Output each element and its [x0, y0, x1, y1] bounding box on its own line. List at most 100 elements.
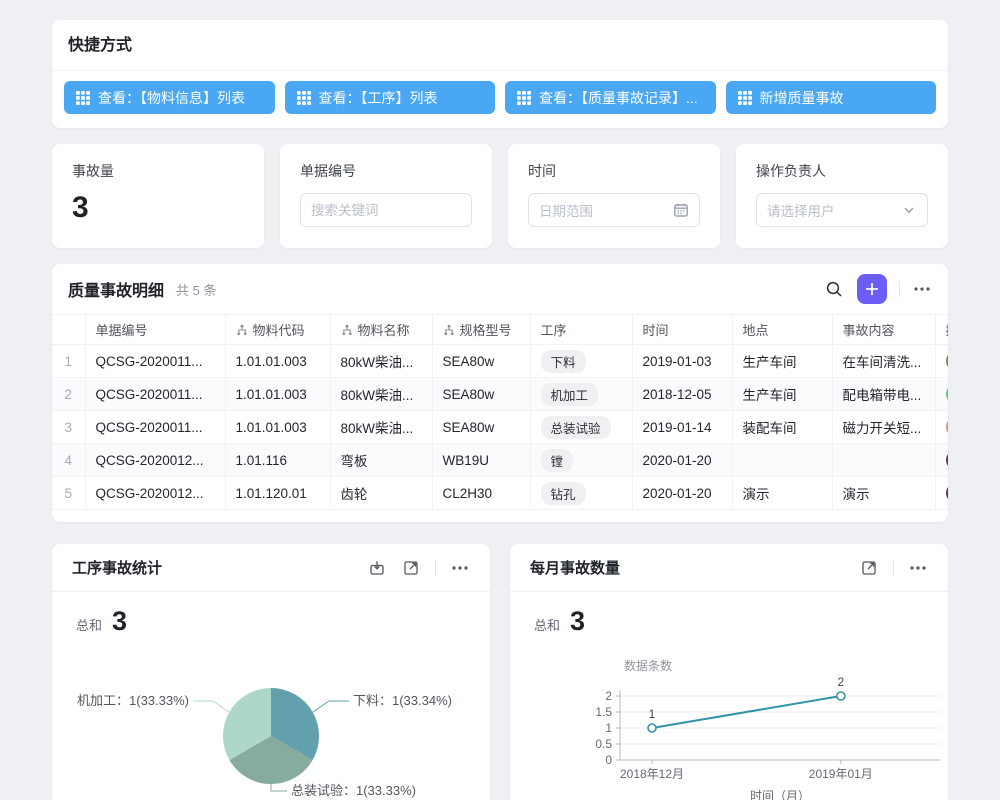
y-tick-label: 2 [605, 689, 612, 703]
callout-leader-line [271, 784, 287, 791]
button-label: 新增质量事故 [760, 88, 844, 108]
user-select-placeholder: 请选择用户 [767, 200, 835, 220]
table-card-header: 质量事故明细 共 5 条 [52, 264, 948, 314]
column-header[interactable]: 时间 [632, 315, 732, 345]
process-pie-chart: 下料：1(33.34%)总装试验：1(33.33%)机加工：1(33.33%) [76, 630, 466, 800]
search-button[interactable] [823, 278, 845, 300]
grid-icon [738, 91, 752, 105]
column-header[interactable]: 规格型号 [432, 315, 530, 345]
column-header[interactable]: 操作负责人 [935, 315, 948, 345]
field-label: 单据编号 [300, 161, 472, 181]
table-row[interactable]: 4QCSG-2020012...1.01.116弯板WB19U镗2020-01-… [52, 444, 948, 477]
avatar [946, 417, 949, 437]
open-in-new-button[interactable] [401, 558, 421, 578]
table-cell: 1.01.120.01 [225, 477, 330, 510]
table-cell: SEA80w [432, 345, 530, 378]
table-scroll-area[interactable]: 单据编号物料代码物料名称规格型号工序时间地点事故内容操作负责人1QCSG-202… [52, 314, 948, 522]
table-cell: 80kW柴油... [330, 345, 432, 378]
process-tag: 总装试验 [541, 416, 611, 439]
view-material-list-button[interactable]: 查看：【物料信息】列表 [64, 81, 275, 114]
chart-card-header: 工序事故统计 [52, 544, 490, 592]
hierarchy-icon [236, 324, 248, 336]
y-tick-label: 0 [605, 753, 612, 767]
data-point-marker[interactable] [648, 724, 656, 732]
column-header[interactable]: 单据编号 [85, 315, 225, 345]
add-quality-accident-button[interactable]: 新增质量事故 [726, 81, 937, 114]
table-cell: 2019-01-03 [632, 345, 732, 378]
shortcuts-button-row: 查看：【物料信息】列表 查看：【工序】列表 查看：【质量事故记录】... 新增质… [52, 71, 948, 124]
view-quality-records-button[interactable]: 查看：【质量事故记录】... [505, 81, 716, 114]
summary-row: 总和 3 [534, 606, 924, 640]
open-in-new-icon [403, 560, 419, 576]
table-cell: 2020-01-20 [632, 477, 732, 510]
pie-chart-body: 总和 3 下料：1(33.34%)总装试验：1(33.33%)机加工：1(33.… [52, 606, 490, 800]
table-cell: 2019-01-14 [632, 411, 732, 444]
download-button[interactable] [367, 558, 387, 578]
table-cell [935, 477, 948, 510]
table-row[interactable]: 1QCSG-2020011...1.01.01.00380kW柴油...SEA8… [52, 345, 948, 378]
column-header[interactable]: 物料代码 [225, 315, 330, 345]
accident-table: 单据编号物料代码物料名称规格型号工序时间地点事故内容操作负责人1QCSG-202… [52, 314, 948, 510]
y-axis-name: 数据条数 [624, 658, 672, 673]
table-cell: 1.01.01.003 [225, 411, 330, 444]
process-tag: 镗 [541, 449, 574, 472]
column-header[interactable]: 地点 [732, 315, 832, 345]
data-point-label: 1 [649, 707, 656, 721]
grid-icon [517, 91, 531, 105]
total-value: 3 [112, 606, 127, 637]
calendar-icon [673, 202, 689, 218]
user-select[interactable]: 请选择用户 [756, 193, 928, 227]
more-menu-button[interactable] [908, 564, 928, 572]
column-header[interactable] [52, 315, 85, 345]
table-cell: 生产车间 [732, 378, 832, 411]
column-header[interactable]: 物料名称 [330, 315, 432, 345]
table-row[interactable]: 3QCSG-2020011...1.01.01.00380kW柴油...SEA8… [52, 411, 948, 444]
table-cell [935, 411, 948, 444]
table-cell: QCSG-2020011... [85, 345, 225, 378]
doc-no-search-input[interactable] [300, 193, 472, 227]
table-row[interactable]: 2QCSG-2020011...1.01.01.00380kW柴油...SEA8… [52, 378, 948, 411]
add-record-button[interactable] [857, 274, 887, 304]
date-range-input[interactable]: 日期范围 [528, 193, 700, 227]
open-in-new-icon [861, 560, 877, 576]
table-cell: QCSG-2020011... [85, 378, 225, 411]
more-menu-button[interactable] [450, 564, 470, 572]
data-point-label: 2 [837, 675, 844, 689]
table-toolbar [823, 274, 932, 304]
filter-row: 事故量 3 单据编号 时间 日期范围 操作负责人 请选择用户 [52, 144, 948, 248]
pie-callout-label: 下料：1(33.34%) [353, 693, 452, 708]
accident-table-card: 质量事故明细 共 5 条 单据编号物料代码物料名称规格型号工序时间地点事故内容操… [52, 264, 948, 522]
table-cell: SEA80w [432, 378, 530, 411]
table-row[interactable]: 5QCSG-2020012...1.01.120.01齿轮CL2H30钻孔202… [52, 477, 948, 510]
data-point-marker[interactable] [837, 692, 845, 700]
table-cell: 80kW柴油... [330, 378, 432, 411]
button-label: 查看：【物料信息】列表 [98, 88, 245, 108]
chart-title: 工序事故统计 [72, 557, 162, 578]
table-cell: 在车间清洗... [832, 345, 935, 378]
more-menu-button[interactable] [912, 285, 932, 293]
grid-icon [76, 91, 90, 105]
column-header[interactable]: 工序 [530, 315, 632, 345]
ellipsis-icon [914, 287, 930, 291]
ellipsis-icon [910, 566, 926, 570]
avatar [946, 450, 949, 470]
open-in-new-button[interactable] [859, 558, 879, 578]
y-tick-label: 1.5 [595, 705, 612, 719]
table-cell: 机加工 [530, 378, 632, 411]
table-cell [935, 345, 948, 378]
toolbar-divider [893, 560, 894, 576]
table-cell: 演示 [732, 477, 832, 510]
field-label: 时间 [528, 161, 700, 181]
stat-label: 事故量 [72, 161, 244, 181]
view-process-list-button[interactable]: 查看：【工序】列表 [285, 81, 496, 114]
chart-title: 每月事故数量 [530, 557, 620, 578]
chart-card-header: 每月事故数量 [510, 544, 948, 592]
shortcuts-card: 快捷方式 查看：【物料信息】列表 查看：【工序】列表 查看：【质量事故记录】..… [52, 20, 948, 128]
table-cell: 2020-01-20 [632, 444, 732, 477]
table-cell: 5 [52, 477, 85, 510]
column-header[interactable]: 事故内容 [832, 315, 935, 345]
ellipsis-icon [452, 566, 468, 570]
x-tick-label: 2019年01月 [809, 767, 873, 781]
doc-no-filter-card: 单据编号 [280, 144, 492, 248]
monthly-accident-count-card: 每月事故数量 总和 3 数据条数00.511.522018年12月2019年01… [510, 544, 948, 800]
